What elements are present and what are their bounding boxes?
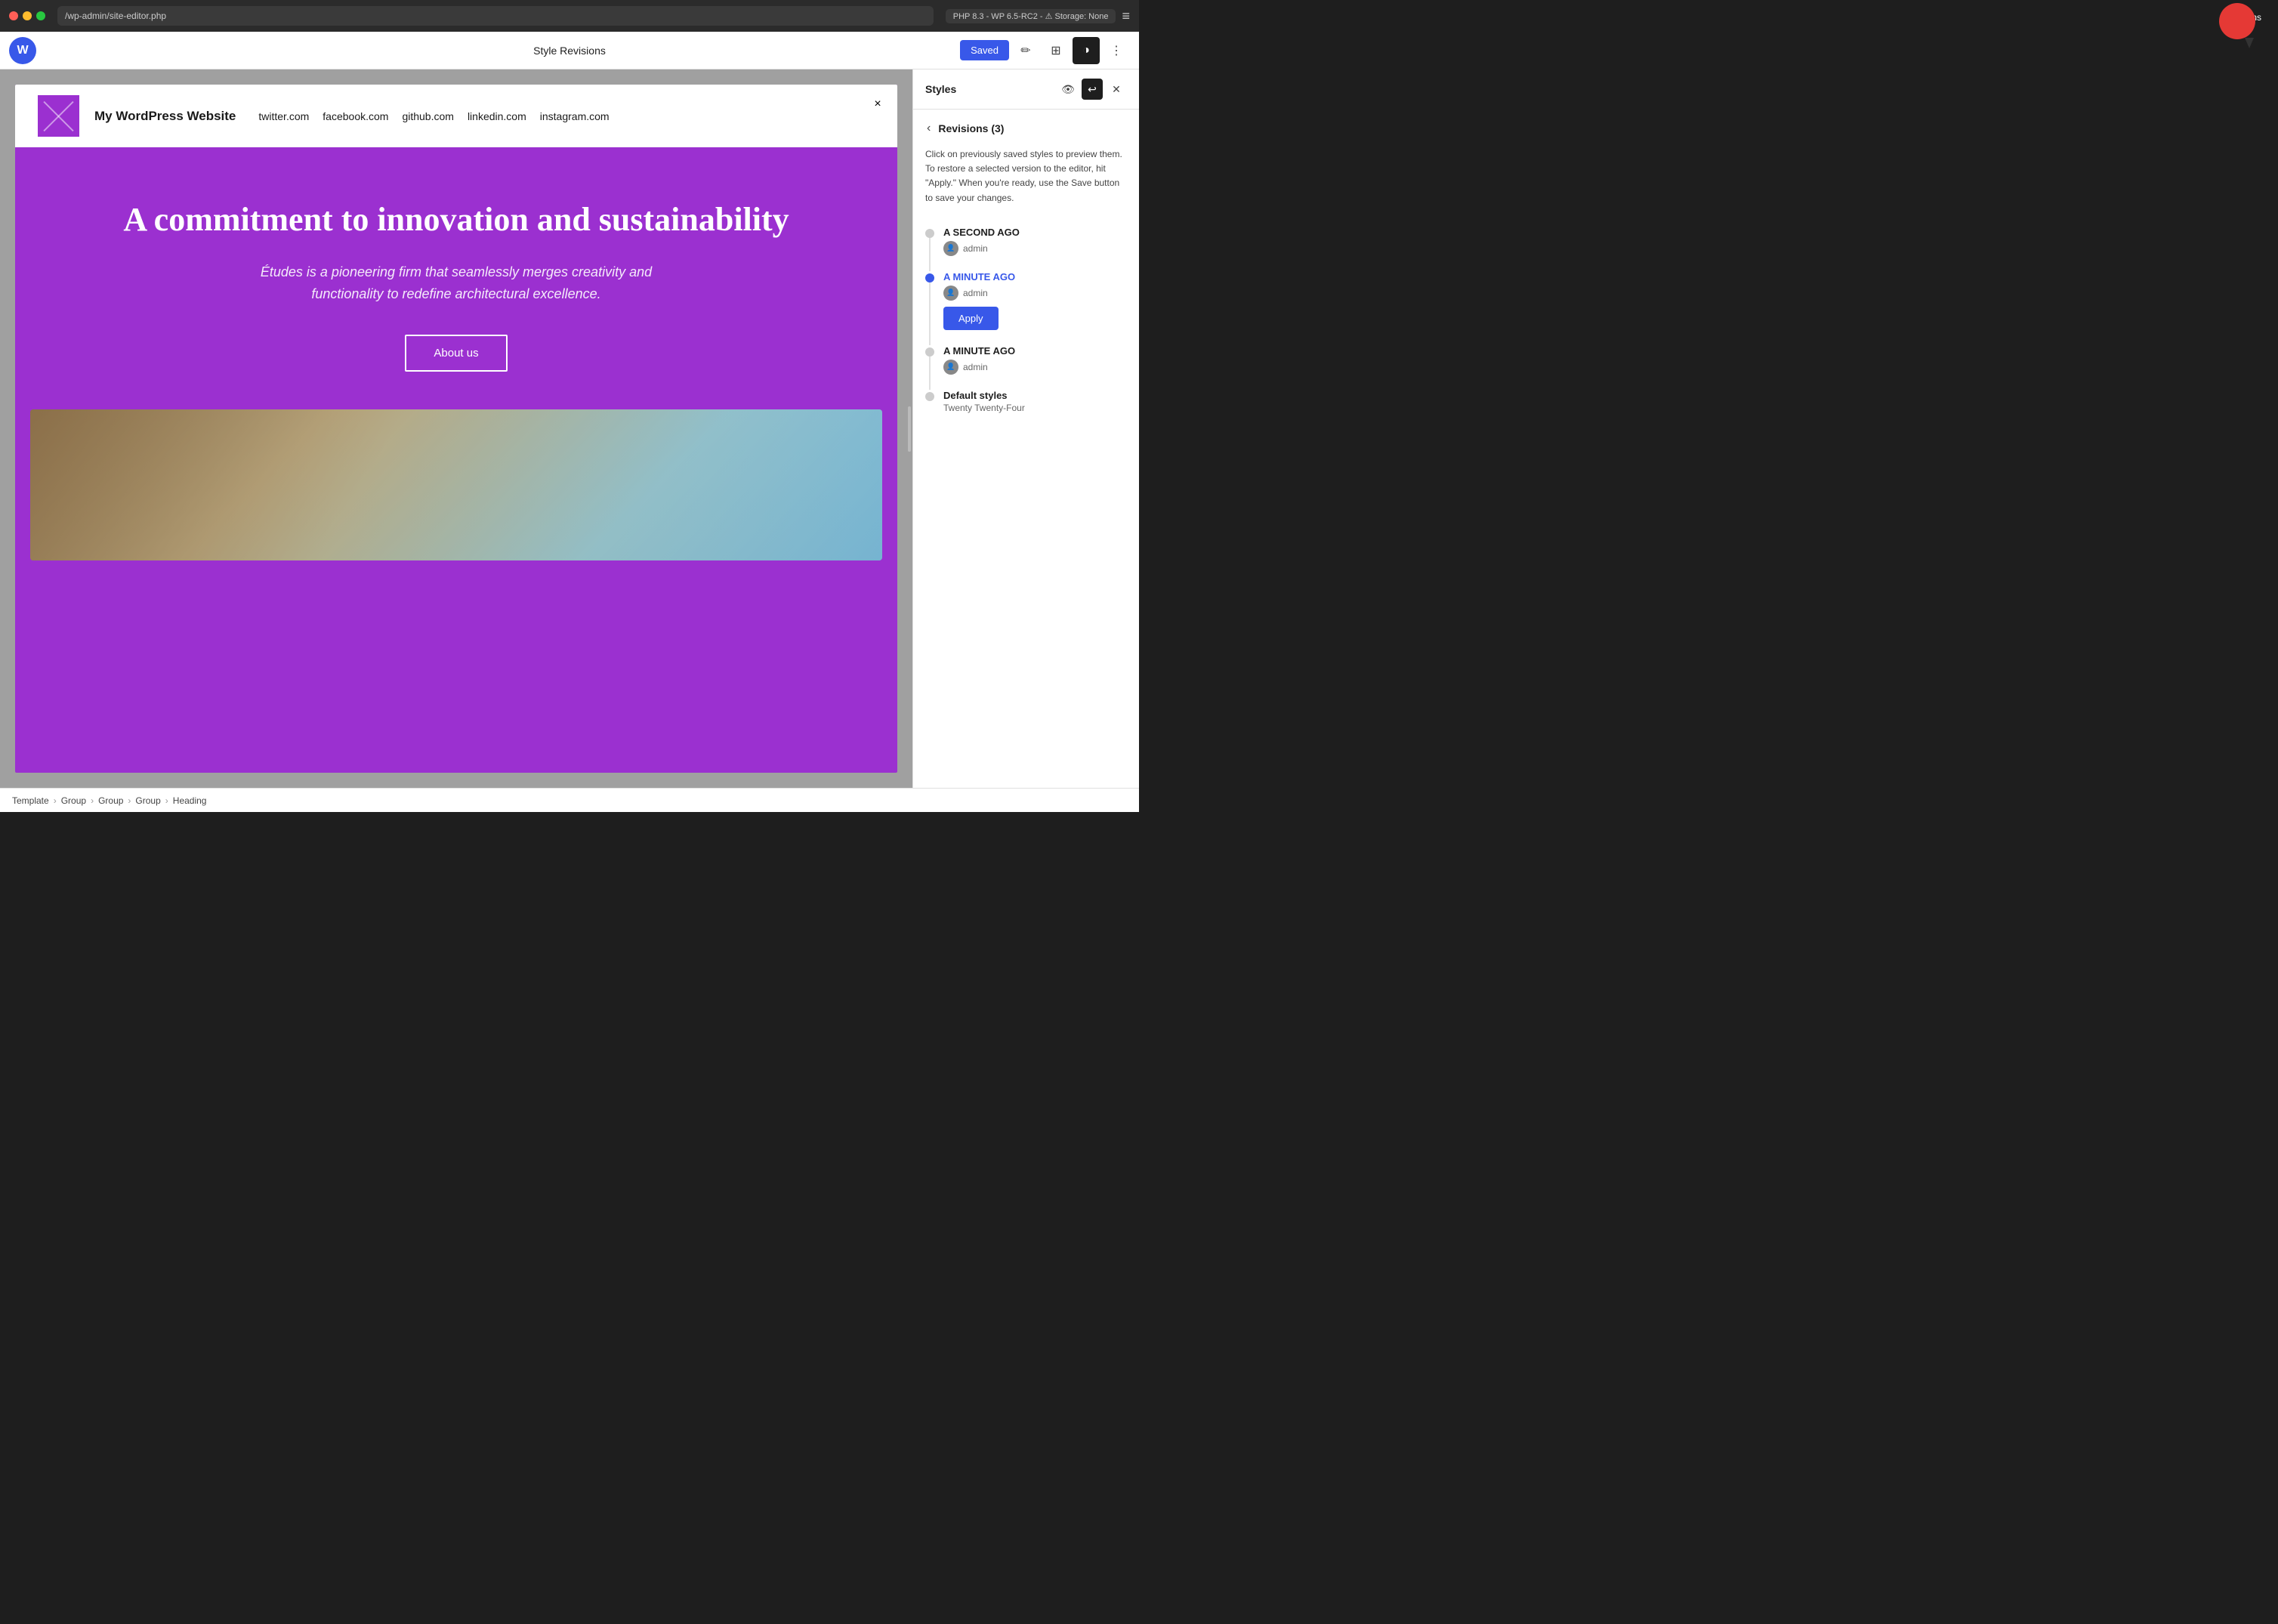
close-sidebar-btn[interactable]: ✕ — [1106, 79, 1127, 100]
revision-item-3[interactable]: A MINUTE AGO 👤 admin — [925, 338, 1127, 382]
site-name: My WordPress Website — [94, 109, 236, 124]
breadcrumb-group-3[interactable]: Group — [135, 795, 160, 806]
hero-section: A commitment to innovation and sustainab… — [15, 147, 897, 409]
pencil-icon-btn[interactable]: ✏ — [1012, 37, 1039, 64]
sidebar: Styles 👁 ↩ ✕ Revisions ‹ Revisions (3) C… — [912, 69, 1139, 788]
wp-logo-letter: W — [17, 44, 28, 57]
avatar-1: 👤 — [943, 241, 958, 256]
php-badge-text: PHP 8.3 - WP 6.5-RC2 - ⚠ Storage: None — [953, 11, 1109, 21]
revisions-icon-btn[interactable]: ↩ — [1082, 79, 1103, 100]
close-canvas-button[interactable]: × — [866, 92, 890, 116]
breadcrumb-bar: Template › Group › Group › Group › Headi… — [0, 788, 1139, 812]
nav-facebook[interactable]: facebook.com — [323, 110, 388, 122]
revision-author-1: 👤 admin — [943, 241, 1127, 256]
default-styles-label: Default styles — [943, 390, 1127, 401]
timeline-dot-1 — [925, 229, 934, 238]
breadcrumb-heading[interactable]: Heading — [173, 795, 207, 806]
revision-content-3: A MINUTE AGO 👤 admin — [943, 345, 1127, 375]
timeline-dot-default — [925, 392, 934, 401]
saved-button[interactable]: Saved — [960, 40, 1009, 60]
admin-bar-title: Style Revisions — [533, 45, 606, 57]
breadcrumb-group-1[interactable]: Group — [61, 795, 86, 806]
address-text: /wp-admin/site-editor.php — [65, 11, 166, 21]
author-name-3: admin — [963, 362, 988, 372]
breadcrumb-sep-4: › — [165, 795, 168, 806]
site-nav: twitter.com facebook.com github.com link… — [258, 110, 609, 122]
nav-twitter[interactable]: twitter.com — [258, 110, 309, 122]
about-us-button[interactable]: About us — [405, 335, 507, 372]
breadcrumb-sep-1: › — [54, 795, 57, 806]
revision-content-default: Default styles Twenty Twenty-Four — [943, 390, 1127, 413]
revision-item-2[interactable]: A MINUTE AGO 👤 admin Apply — [925, 264, 1127, 338]
revision-content-1: A SECOND AGO 👤 admin — [943, 227, 1127, 256]
revision-author-2: 👤 admin — [943, 286, 1127, 301]
apply-button[interactable]: Apply — [943, 307, 999, 330]
nav-linkedin[interactable]: linkedin.com — [468, 110, 526, 122]
author-name-2: admin — [963, 288, 988, 298]
revision-item-default[interactable]: Default styles Twenty Twenty-Four — [925, 382, 1127, 421]
timeline-dot-3 — [925, 347, 934, 357]
breadcrumb-sep-3: › — [128, 795, 131, 806]
breadcrumb-template[interactable]: Template — [12, 795, 49, 806]
close-traffic-light[interactable] — [9, 11, 18, 20]
sidebar-icons: 👁 ↩ ✕ — [1057, 79, 1127, 100]
revisions-heading: Revisions (3) — [938, 122, 1004, 134]
browser-chrome: /wp-admin/site-editor.php PHP 8.3 - WP 6… — [0, 0, 1139, 32]
canvas-inner: × My WordPress Website twitter.com faceb… — [15, 85, 897, 773]
breadcrumb-group-2[interactable]: Group — [98, 795, 123, 806]
preview-icon-btn[interactable]: 👁 — [1057, 79, 1079, 100]
wp-logo[interactable]: W — [9, 37, 36, 64]
revision-author-3: 👤 admin — [943, 360, 1127, 375]
sidebar-header: Styles 👁 ↩ ✕ Revisions — [913, 69, 1139, 110]
avatar-2: 👤 — [943, 286, 958, 301]
site-header: My WordPress Website twitter.com faceboo… — [15, 85, 897, 147]
hero-title: A commitment to innovation and sustainab… — [45, 200, 867, 240]
image-overlay — [30, 409, 882, 560]
revision-time-2: A MINUTE AGO — [943, 271, 1127, 283]
wp-admin-bar: W Style Revisions Saved ✏ ⊞ ◑ ⋮ — [0, 32, 1139, 69]
timeline-line-2 — [929, 280, 931, 345]
site-logo — [38, 95, 79, 137]
address-bar[interactable]: /wp-admin/site-editor.php — [57, 6, 934, 26]
revision-content-2: A MINUTE AGO 👤 admin Apply — [943, 271, 1127, 330]
nav-instagram[interactable]: instagram.com — [540, 110, 610, 122]
canvas-area: × My WordPress Website twitter.com faceb… — [0, 69, 912, 788]
timeline-dot-2 — [925, 273, 934, 283]
admin-bar-right: Saved ✏ ⊞ ◑ ⋮ — [960, 37, 1130, 64]
nav-github[interactable]: github.com — [402, 110, 453, 122]
logo-x-icon — [38, 95, 79, 137]
avatar-3: 👤 — [943, 360, 958, 375]
building-image — [30, 409, 882, 560]
default-styles-subtitle: Twenty Twenty-Four — [943, 403, 1127, 413]
traffic-lights — [9, 11, 45, 20]
revisions-timeline: A SECOND AGO 👤 admin A MINUTE AGO — [925, 219, 1127, 421]
minimize-traffic-light[interactable] — [23, 11, 32, 20]
revision-time-1: A SECOND AGO — [943, 227, 1127, 238]
revisions-nav: ‹ Revisions (3) — [925, 120, 1127, 137]
breadcrumb-sep-2: › — [91, 795, 94, 806]
revisions-description: Click on previously saved styles to prev… — [925, 147, 1127, 205]
back-button[interactable]: ‹ — [925, 120, 932, 137]
revision-item-1[interactable]: A SECOND AGO 👤 admin — [925, 219, 1127, 264]
style-icon-btn[interactable]: ◑ — [1073, 37, 1100, 64]
browser-menu-icon[interactable]: ≡ — [1122, 8, 1130, 24]
close-icon: × — [874, 97, 881, 111]
layout-icon-btn[interactable]: ⊞ — [1042, 37, 1070, 64]
author-name-1: admin — [963, 243, 988, 254]
php-badge: PHP 8.3 - WP 6.5-RC2 - ⚠ Storage: None — [946, 9, 1116, 23]
main-layout: × My WordPress Website twitter.com faceb… — [0, 69, 1139, 788]
sidebar-title: Styles — [925, 83, 956, 95]
scrollbar[interactable] — [908, 406, 911, 452]
more-options-btn[interactable]: ⋮ — [1103, 37, 1130, 64]
hero-subtitle: Études is a pioneering firm that seamles… — [237, 261, 675, 305]
fullscreen-traffic-light[interactable] — [36, 11, 45, 20]
revision-time-3: A MINUTE AGO — [943, 345, 1127, 357]
revisions-panel: ‹ Revisions (3) Click on previously save… — [913, 110, 1139, 788]
